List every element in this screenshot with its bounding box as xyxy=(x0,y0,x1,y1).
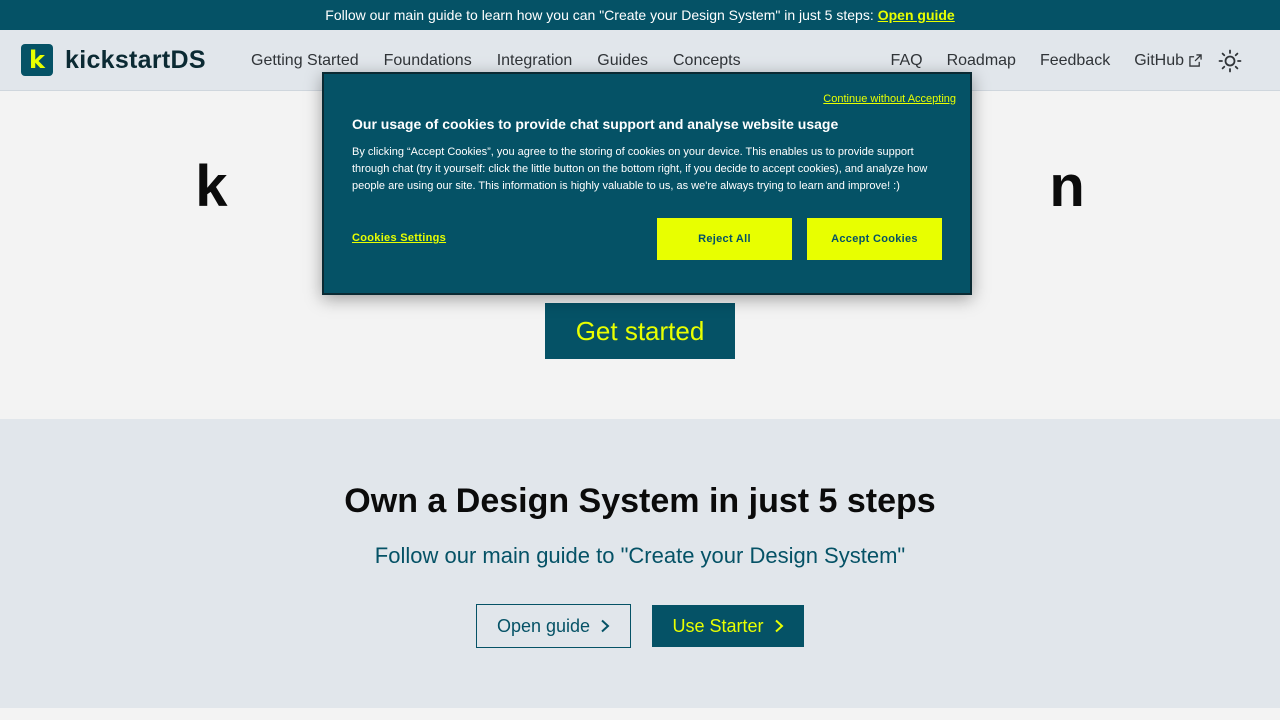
sun-icon[interactable] xyxy=(1218,49,1242,73)
reject-all-button[interactable]: Reject All xyxy=(657,218,792,260)
steps-subtitle: Follow our main guide to "Create your De… xyxy=(374,543,906,568)
nav-concepts[interactable]: Concepts xyxy=(673,52,741,70)
external-link-icon xyxy=(1189,54,1202,67)
nav-foundations[interactable]: Foundations xyxy=(384,52,472,70)
chevron-right-icon xyxy=(774,619,783,633)
footer-strip xyxy=(0,708,1280,720)
chevron-right-icon xyxy=(601,619,610,633)
accept-cookies-button[interactable]: Accept Cookies xyxy=(807,218,942,260)
nav-getting-started[interactable]: Getting Started xyxy=(251,52,359,70)
cookie-description: By clicking “Accept Cookies”, you agree … xyxy=(352,146,928,192)
steps-section: Own a Design System in just 5 steps Foll… xyxy=(0,419,1280,708)
use-starter-button[interactable]: Use Starter xyxy=(652,605,804,647)
announcement-bar: Follow our main guide to learn how you c… xyxy=(0,0,1280,30)
logo-text: kickstartDS xyxy=(65,45,206,74)
use-starter-label: Use Starter xyxy=(672,615,764,636)
announcement-open-guide-link[interactable]: Open guide xyxy=(878,7,955,23)
cookie-consent-dialog: Continue without Accepting Our usage of … xyxy=(322,72,972,295)
nav-feedback[interactable]: Feedback xyxy=(1040,52,1110,70)
steps-title: Own a Design System in just 5 steps xyxy=(344,482,936,520)
nav-github-label: GitHub xyxy=(1134,51,1184,69)
announcement-text: Follow our main guide to learn how you c… xyxy=(325,7,874,23)
get-started-button[interactable]: Get started xyxy=(545,303,735,359)
continue-without-accepting-link[interactable]: Continue without Accepting xyxy=(823,93,956,105)
logo-mark-icon: k xyxy=(21,44,53,76)
nav-roadmap[interactable]: Roadmap xyxy=(947,52,1016,70)
nav-faq[interactable]: FAQ xyxy=(891,52,923,70)
nav-github[interactable]: GitHub xyxy=(1134,52,1202,70)
nav-guides[interactable]: Guides xyxy=(597,52,648,70)
logo[interactable]: k kickstartDS xyxy=(21,44,206,76)
cookie-title: Our usage of cookies to provide chat sup… xyxy=(352,116,839,132)
open-guide-button[interactable]: Open guide xyxy=(476,604,631,648)
nav-integration[interactable]: Integration xyxy=(497,52,573,70)
cookies-settings-link[interactable]: Cookies Settings xyxy=(352,232,446,244)
open-guide-label: Open guide xyxy=(496,615,591,636)
